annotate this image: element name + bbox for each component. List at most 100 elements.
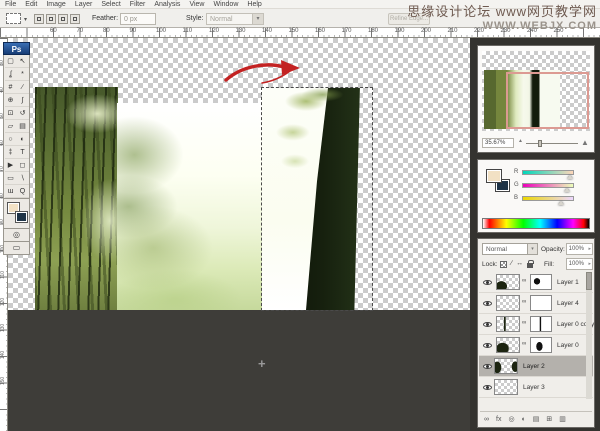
menu-item-analysis[interactable]: Analysis (154, 0, 180, 8)
tool-preset-dropdown-icon[interactable]: ▾ (24, 16, 27, 23)
adjustment-layer-icon[interactable]: ◐ (522, 416, 526, 423)
hand-tool[interactable]: ɯ (5, 185, 17, 198)
green-slider-thumb[interactable] (564, 188, 570, 192)
layer-row[interactable]: Layer 3 (479, 377, 593, 398)
layer-name[interactable]: Layer 3 (523, 384, 545, 391)
lock-pixels-icon[interactable]: ∕ (511, 259, 512, 269)
visibility-eye-icon[interactable] (483, 385, 492, 390)
brush-tool[interactable]: ∫ (17, 94, 29, 107)
layer-name[interactable]: Layer 0 (557, 342, 579, 349)
layer-row[interactable]: ∞ Layer 4 (479, 293, 593, 314)
shape-tool[interactable]: ◻ (17, 159, 29, 172)
menu-item-layer[interactable]: Layer (75, 0, 93, 8)
move-tool[interactable]: ↖ (17, 55, 29, 68)
layer-mask-thumbnail[interactable] (530, 295, 552, 311)
magic-wand-tool[interactable]: * (17, 68, 29, 81)
visibility-eye-icon[interactable] (483, 322, 492, 327)
history-brush-tool[interactable]: ↺ (17, 107, 29, 120)
layer-thumbnail[interactable] (496, 274, 520, 290)
lasso-tool[interactable]: ʆ (5, 68, 17, 81)
layer-thumbnail[interactable] (494, 379, 518, 395)
zoom-in-mountain-icon[interactable]: ▲ (581, 138, 589, 147)
crop-tool[interactable]: # (5, 81, 17, 94)
layer-thumbnail[interactable] (494, 358, 518, 374)
delete-layer-icon[interactable]: ▥ (559, 415, 566, 423)
rectangular-marquee-tool[interactable]: ▢ (5, 55, 17, 68)
background-color-swatch[interactable] (15, 211, 28, 223)
new-layer-icon[interactable]: ⊞ (546, 415, 552, 423)
opacity-input[interactable]: 100%▸ (566, 243, 593, 255)
blur-tool[interactable]: ○ (5, 133, 17, 146)
blue-slider-thumb[interactable] (558, 201, 564, 205)
screen-mode-button[interactable]: ▭ (3, 242, 30, 255)
gradient-tool[interactable]: ▤ (17, 120, 29, 133)
subtract-from-selection-button[interactable] (58, 14, 68, 24)
fill-input[interactable]: 100%▸ (566, 258, 593, 270)
zoom-out-mountain-icon[interactable]: ▲ (518, 138, 523, 144)
layer-mask-thumbnail[interactable] (530, 337, 552, 353)
layer-mask-thumbnail[interactable] (530, 274, 552, 290)
healing-brush-tool[interactable]: ⊕ (5, 94, 17, 107)
clone-stamp-tool[interactable]: ⊡ (5, 107, 17, 120)
visibility-eye-icon[interactable] (483, 280, 492, 285)
red-slider-thumb[interactable] (567, 175, 573, 179)
navigator-zoom-slider[interactable] (526, 143, 578, 144)
layer-row[interactable]: ∞ Layer 1 (479, 272, 593, 293)
eraser-tool[interactable]: ▱ (5, 120, 17, 133)
navigator-zoom-input[interactable]: 35.67% (482, 138, 514, 148)
selection-marquee[interactable] (262, 88, 372, 310)
quick-mask-button[interactable]: ◎ (3, 229, 30, 242)
pen-tool[interactable]: ‡ (5, 146, 17, 159)
eyedropper-tool[interactable]: ∖ (17, 172, 29, 185)
type-tool[interactable]: T (17, 146, 29, 159)
layer-thumbnail[interactable] (496, 337, 520, 353)
layer-row[interactable]: ∞ Layer 0 copy (479, 314, 593, 335)
blue-slider[interactable] (522, 196, 574, 201)
blend-mode-select[interactable]: Normal▾ (482, 243, 538, 255)
navigator-zoom-slider-thumb[interactable] (538, 140, 542, 147)
add-to-selection-button[interactable] (46, 14, 56, 24)
tool-preset-icon[interactable] (6, 13, 21, 24)
slice-tool[interactable]: ∕ (17, 81, 29, 94)
style-dropdown-icon[interactable]: ▾ (252, 14, 263, 24)
intersect-selection-button[interactable] (70, 14, 80, 24)
link-layers-icon[interactable]: ∞ (484, 416, 489, 423)
layer-row-selected[interactable]: Layer 2 (479, 356, 593, 377)
color-panel-foreground-swatch[interactable] (486, 169, 502, 183)
layer-mask-thumbnail[interactable] (530, 316, 552, 332)
feather-input[interactable]: 0 px (120, 13, 156, 25)
add-layer-mask-icon[interactable]: ◎ (508, 415, 514, 423)
layer-thumbnail[interactable] (496, 295, 520, 311)
layer-row[interactable]: ∞ Layer 0 (479, 335, 593, 356)
menu-item-image[interactable]: Image (46, 0, 65, 8)
menu-item-filter[interactable]: Filter (130, 0, 146, 8)
lock-all-icon[interactable] (527, 263, 533, 268)
menu-item-edit[interactable]: Edit (25, 0, 37, 8)
layer-name[interactable]: Layer 1 (557, 279, 579, 286)
layer-thumbnail[interactable] (496, 316, 520, 332)
new-group-icon[interactable]: ▤ (533, 415, 540, 423)
visibility-eye-icon[interactable] (483, 343, 492, 348)
new-selection-button[interactable] (34, 14, 44, 24)
visibility-eye-icon[interactable] (483, 301, 492, 306)
notes-tool[interactable]: ▭ (5, 172, 17, 185)
visibility-eye-icon[interactable] (483, 364, 492, 369)
canvas-area[interactable]: + (8, 38, 470, 310)
lock-transparency-icon[interactable] (500, 261, 507, 268)
blend-mode-dropdown-icon[interactable]: ▾ (527, 244, 537, 254)
color-spectrum-ramp[interactable] (482, 218, 590, 229)
layer-name[interactable]: Layer 2 (523, 363, 545, 370)
layer-name[interactable]: Layer 4 (557, 300, 579, 307)
navigator-view-box[interactable] (506, 72, 589, 130)
navigator-thumbnail[interactable] (482, 51, 590, 131)
layer-style-icon[interactable]: fx (496, 416, 501, 423)
menu-item-file[interactable]: File (5, 0, 16, 8)
layers-scrollbar[interactable] (586, 272, 592, 399)
style-select[interactable]: Normal▾ (206, 13, 264, 25)
menu-item-view[interactable]: View (189, 0, 204, 8)
path-selection-tool[interactable]: ▶ (5, 159, 17, 172)
dodge-tool[interactable]: ◐ (17, 133, 29, 146)
menu-item-window[interactable]: Window (213, 0, 238, 8)
layers-scrollbar-thumb[interactable] (586, 272, 592, 290)
menu-item-help[interactable]: Help (247, 0, 261, 8)
